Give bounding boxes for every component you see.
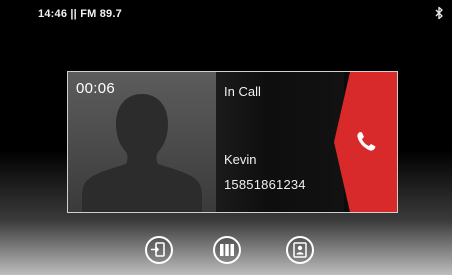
call-timer: 00:06 [76, 80, 116, 97]
call-state-label: In Call [224, 84, 261, 99]
caller-number: 15851861234 [224, 177, 306, 192]
call-card: 00:06 In Call Kevin 15851861234 [67, 71, 398, 213]
caller-name: Kevin [224, 152, 257, 167]
status-text: 14:46 || FM 89.7 [38, 8, 122, 20]
status-bar: 14:46 || FM 89.7 [0, 0, 452, 28]
contacts-icon [293, 242, 307, 258]
caller-avatar-panel: 00:06 [68, 72, 216, 212]
hangup-button[interactable] [334, 72, 397, 212]
transfer-audio-icon [151, 242, 165, 257]
transfer-audio-button[interactable] [145, 236, 173, 264]
keypad-icon [220, 244, 234, 256]
keypad-button[interactable] [213, 236, 241, 264]
contacts-button[interactable] [286, 236, 314, 264]
call-info-panel: In Call Kevin 15851861234 [216, 72, 344, 212]
bottom-control-bar [0, 232, 452, 272]
bluetooth-icon [434, 6, 444, 20]
